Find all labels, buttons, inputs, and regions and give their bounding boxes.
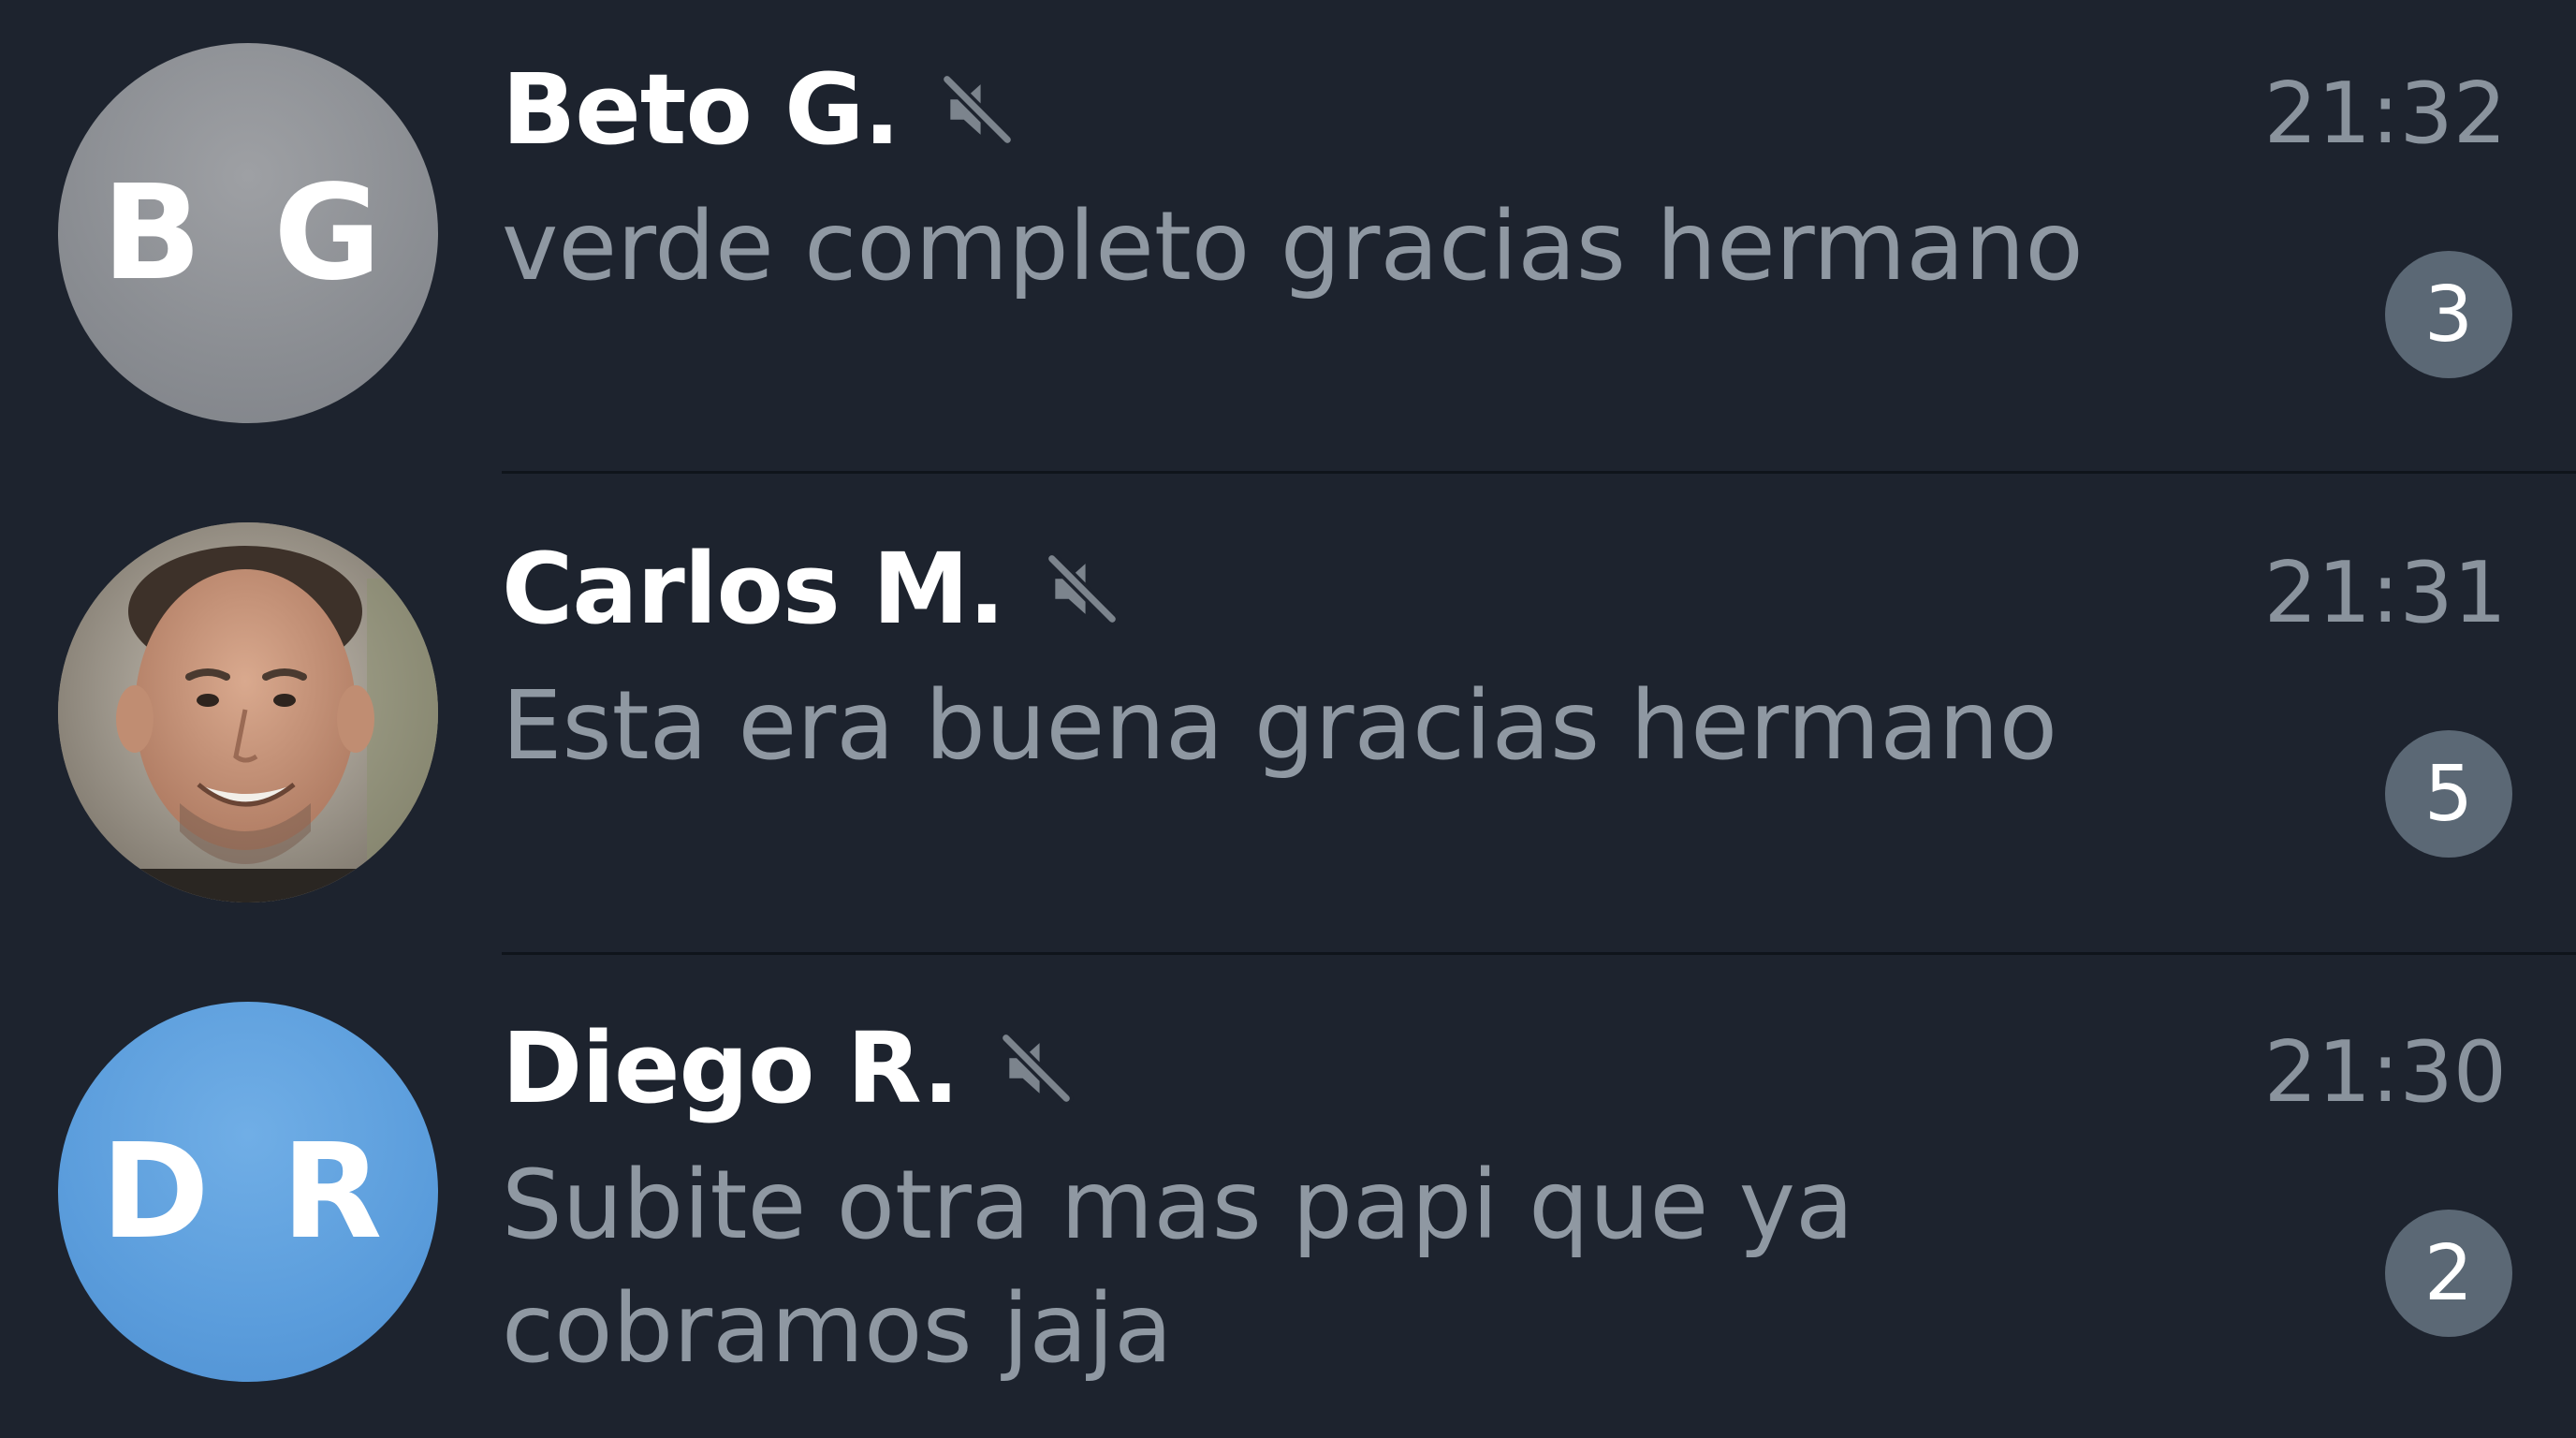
avatar-initials: B G [101,156,395,310]
chat-preview: verde completo gracias hermano [502,191,2084,302]
chat-name: Carlos M. [502,532,1005,646]
unread-badge: 2 [2385,1210,2512,1337]
chat-name: Diego R. [502,1011,959,1125]
chat-preview: Subite otra mas papi que ya cobramos jaj… [502,1150,1854,1385]
avatar-photo [58,522,438,902]
chat-time: 21:31 [2263,544,2507,642]
unread-badge: 3 [2385,251,2512,378]
chat-row-carlos[interactable]: Carlos M. 21:31 Esta era buena gracias h… [0,479,2576,959]
chat-title-line: Beto G. [502,49,1017,170]
chat-row-beto[interactable]: B G Beto G. 21:32 verde completo gracias… [0,0,2576,479]
chat-list: B G Beto G. 21:32 verde completo gracias… [0,0,2576,1438]
divider [502,471,2576,474]
chat-title-line: Carlos M. [502,528,1122,650]
speaker-muted-icon [940,72,1015,147]
chat-time: 21:30 [2263,1023,2507,1122]
chat-time: 21:32 [2263,65,2507,163]
chat-title-line: Diego R. [502,1007,1076,1129]
unread-badge: 5 [2385,730,2512,858]
chat-name: Beto G. [502,52,900,167]
avatar[interactable]: B G [58,43,438,423]
chat-preview: Esta era buena gracias hermano [502,670,2057,782]
speaker-muted-icon [1045,551,1120,626]
speaker-muted-icon [999,1031,1074,1106]
avatar[interactable]: D R [58,1002,438,1382]
avatar-initials: D R [100,1115,396,1269]
chat-row-diego[interactable]: D R Diego R. 21:30 Subite otra mas papi … [0,959,2576,1438]
divider [502,952,2576,955]
avatar[interactable] [58,522,438,902]
